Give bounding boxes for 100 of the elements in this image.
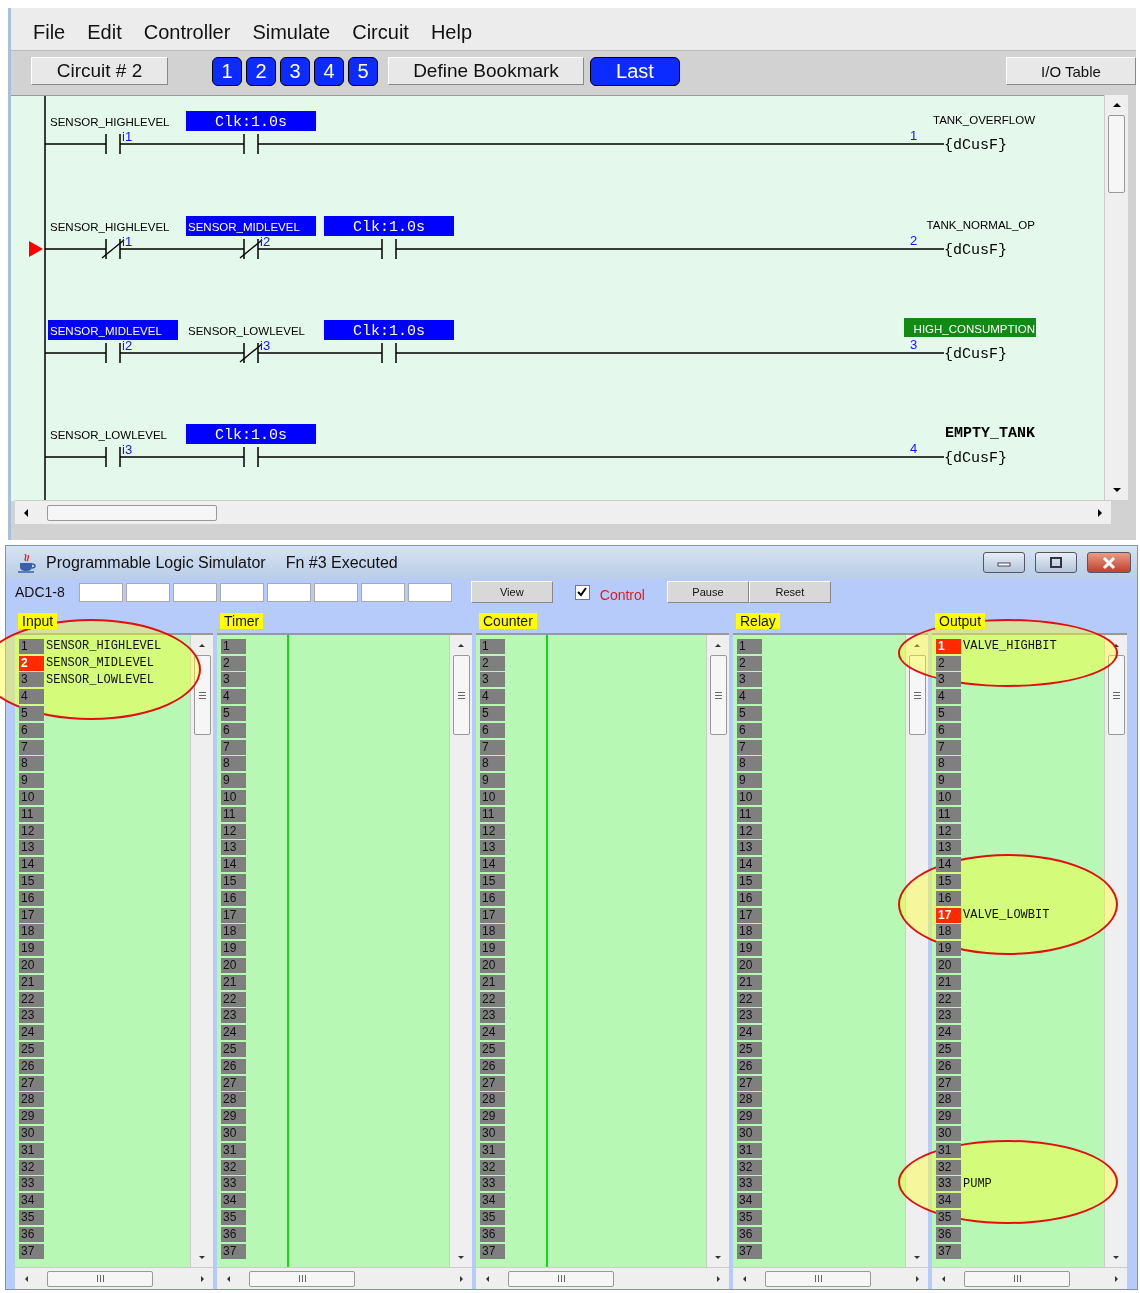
contact-label: SENSOR_HIGHLEVEL — [50, 115, 170, 128]
vertical-scrollbar[interactable] — [449, 635, 472, 1267]
menu-item[interactable]: Circuit — [352, 20, 409, 44]
sim-button[interactable]: Reset — [748, 581, 831, 604]
adc-label: ADC1-8 — [15, 584, 65, 601]
channel-number: 6 — [737, 722, 762, 738]
vertical-scrollbar[interactable] — [706, 635, 729, 1267]
circuit-button[interactable]: Circuit # 2 — [31, 57, 168, 85]
arrow-right-icon[interactable] — [1095, 506, 1105, 519]
panel-title: Relay — [736, 613, 780, 629]
menu-item[interactable]: Simulate — [252, 20, 331, 44]
channel-number: 8 — [480, 756, 505, 772]
channel-number: 34 — [936, 1193, 961, 1209]
channel-number: 14 — [19, 857, 44, 873]
channel-number: 5 — [480, 706, 505, 722]
channel-number: 30 — [737, 1126, 762, 1141]
scroll-thumb[interactable] — [1107, 655, 1125, 735]
control-checkbox[interactable] — [574, 584, 590, 600]
scroll-thumb[interactable] — [47, 1270, 153, 1287]
horizontal-scrollbar[interactable] — [932, 1267, 1127, 1289]
bookmark-button[interactable]: 2 — [246, 56, 276, 86]
maximize-button[interactable] — [1035, 552, 1077, 574]
bookmark-button[interactable]: 3 — [280, 56, 310, 86]
scroll-thumb[interactable] — [249, 1270, 355, 1287]
horizontal-scrollbar[interactable] — [733, 1267, 928, 1289]
adc-input-field[interactable] — [313, 582, 358, 602]
channel-number: 2 — [19, 655, 44, 671]
channel-number: 32 — [936, 1159, 961, 1175]
bookmark-button[interactable]: 5 — [348, 56, 378, 86]
vertical-scrollbar[interactable] — [1104, 635, 1127, 1267]
scroll-thumb[interactable] — [765, 1270, 871, 1287]
channel-number: 12 — [480, 823, 505, 839]
channel-number: 36 — [936, 1226, 961, 1242]
adc-input-field[interactable] — [360, 582, 405, 602]
channel-number: 33 — [737, 1176, 762, 1192]
horizontal-scrollbar[interactable] — [476, 1267, 729, 1289]
channel-number: 13 — [480, 840, 505, 856]
menu-item[interactable]: Help — [430, 20, 473, 44]
adc-input-field[interactable] — [407, 582, 452, 602]
vertical-scrollbar[interactable] — [1104, 95, 1128, 500]
normally-closed-contact — [101, 238, 125, 260]
channel-number: 25 — [480, 1042, 505, 1057]
channel-number: 1 — [737, 638, 762, 654]
vertical-scrollbar[interactable] — [905, 635, 928, 1267]
contact-tag: i1 — [122, 234, 133, 249]
adc-input-field[interactable] — [219, 582, 264, 602]
scroll-thumb[interactable] — [452, 655, 470, 735]
bookmark-button[interactable]: 1 — [212, 56, 242, 86]
channel-number: 28 — [19, 1092, 44, 1108]
vertical-scrollbar[interactable] — [190, 635, 213, 1267]
signal-name: PUMP — [963, 1176, 992, 1191]
channel-number: 15 — [19, 874, 44, 890]
channel-number: 11 — [737, 806, 762, 822]
channel-number: 30 — [221, 1126, 246, 1141]
last-button[interactable]: Last — [590, 56, 680, 86]
horizontal-scrollbar[interactable] — [15, 500, 1111, 524]
horizontal-scrollbar[interactable] — [15, 1267, 213, 1289]
io-table-button[interactable]: I/O Table — [1006, 57, 1136, 85]
adc-input-field[interactable] — [78, 582, 123, 602]
channel-number: 5 — [221, 706, 246, 722]
channel-number: 22 — [480, 991, 505, 1007]
channel-number: 30 — [480, 1126, 505, 1141]
adc-input-field[interactable] — [172, 582, 217, 602]
coil: {dCusF} — [944, 137, 1007, 154]
channel-number: 27 — [221, 1075, 246, 1091]
channel-number: 3 — [936, 672, 961, 688]
menu-item[interactable]: Edit — [87, 20, 122, 44]
channel-number: 32 — [737, 1159, 762, 1175]
scroll-thumb[interactable] — [47, 504, 217, 521]
scroll-thumb[interactable] — [964, 1270, 1070, 1287]
close-button[interactable] — [1087, 552, 1131, 574]
horizontal-scrollbar[interactable] — [217, 1267, 472, 1289]
channel-number: 17 — [737, 907, 762, 923]
channel-number: 31 — [221, 1142, 246, 1158]
channel-number: 25 — [936, 1042, 961, 1057]
normally-open-contact — [381, 342, 397, 364]
define-bookmark-button[interactable]: Define Bookmark — [388, 57, 584, 85]
channel-number: 35 — [936, 1210, 961, 1225]
scroll-thumb[interactable] — [508, 1270, 614, 1287]
minimize-button[interactable] — [983, 552, 1025, 574]
sim-button[interactable]: Pause — [666, 581, 749, 604]
channel-number: 20 — [480, 958, 505, 974]
adc-input-field[interactable] — [266, 582, 311, 602]
channel-number: 21 — [221, 974, 246, 990]
scroll-thumb[interactable] — [709, 655, 727, 735]
adc-input-field[interactable] — [125, 582, 170, 602]
coil: {dCusF} — [944, 242, 1007, 259]
channel-number: 31 — [737, 1142, 762, 1158]
coil-number: 3 — [910, 337, 918, 352]
menu-item[interactable]: File — [33, 20, 66, 44]
channel-number: 33 — [936, 1176, 961, 1192]
channel-number: 29 — [480, 1109, 505, 1125]
scroll-thumb[interactable] — [908, 655, 926, 735]
menu-item[interactable]: Controller — [143, 20, 231, 44]
view-button[interactable]: View — [470, 581, 553, 604]
bookmark-button[interactable]: 4 — [314, 56, 344, 86]
scroll-thumb[interactable] — [193, 655, 211, 735]
scroll-thumb[interactable] — [1108, 115, 1125, 193]
channel-number: 6 — [480, 722, 505, 738]
channel-number: 1 — [480, 638, 505, 654]
